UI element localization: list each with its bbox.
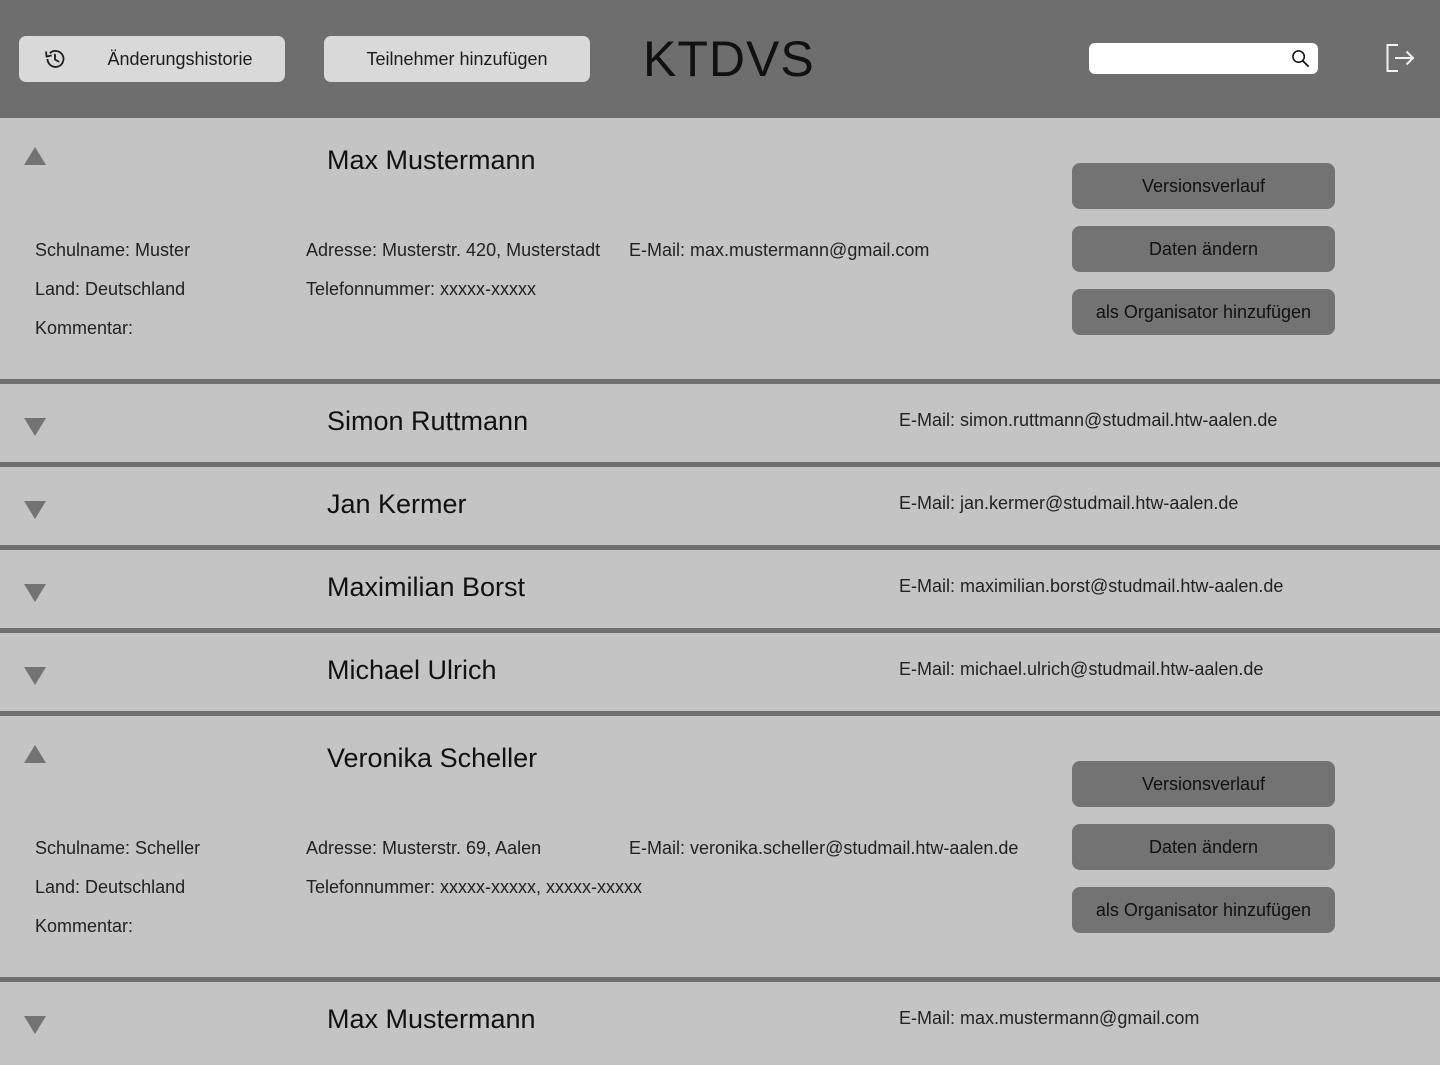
participant-row[interactable]: Maximilian Borst E-Mail: maximilian.bors… [0, 550, 1440, 633]
version-history-button[interactable]: Versionsverlauf [1072, 163, 1335, 209]
search-icon[interactable] [1291, 49, 1310, 68]
expand-arrow-icon[interactable] [23, 1014, 47, 1036]
expand-arrow-icon[interactable] [23, 582, 47, 604]
add-participant-label: Teilnehmer hinzufügen [366, 48, 548, 69]
search-input[interactable] [1097, 47, 1291, 71]
email: E-Mail: max.mustermann@gmail.com [899, 1008, 1200, 1028]
participant-name: Max Mustermann [327, 1004, 536, 1034]
comment: Kommentar: [35, 916, 134, 936]
history-icon [45, 50, 65, 68]
school-name: Schulname: Scheller [35, 838, 201, 858]
participant-row-expanded: Veronika Scheller Schulname: Scheller Ad… [0, 716, 1440, 982]
participant-name: Veronika Scheller [327, 743, 538, 773]
participant-row[interactable]: Michael Ulrich E-Mail: michael.ulrich@st… [0, 633, 1440, 716]
phone: Telefonnummer: xxxxx-xxxxx [306, 279, 537, 299]
collapse-arrow-icon[interactable] [23, 743, 47, 765]
participant-name: Michael Ulrich [327, 655, 497, 685]
version-history-button[interactable]: Versionsverlauf [1072, 761, 1335, 807]
expand-arrow-icon[interactable] [23, 665, 47, 687]
app-header: Änderungshistorie Teilnehmer hinzufügen … [0, 0, 1440, 118]
add-as-organizer-button[interactable]: als Organisator hinzufügen [1072, 289, 1335, 335]
add-participant-button[interactable]: Teilnehmer hinzufügen [324, 36, 590, 82]
country: Land: Deutschland [35, 279, 186, 299]
participant-name: Jan Kermer [327, 489, 467, 519]
logout-icon[interactable] [1384, 42, 1416, 74]
edit-data-button[interactable]: Daten ändern [1072, 824, 1335, 870]
collapse-arrow-icon[interactable] [23, 145, 47, 167]
participant-row[interactable]: Simon Ruttmann E-Mail: simon.ruttmann@st… [0, 384, 1440, 467]
comment: Kommentar: [35, 318, 134, 338]
address: Adresse: Musterstr. 69, Aalen [306, 838, 542, 858]
edit-data-button[interactable]: Daten ändern [1072, 226, 1335, 272]
email: E-Mail: simon.ruttmann@studmail.htw-aale… [899, 410, 1278, 430]
participant-name: Maximilian Borst [327, 572, 526, 602]
participant-row-expanded: Max Mustermann Schulname: Muster Adresse… [0, 118, 1440, 384]
expand-arrow-icon[interactable] [23, 499, 47, 521]
add-as-organizer-button[interactable]: als Organisator hinzufügen [1072, 887, 1335, 933]
participant-list: Max Mustermann Schulname: Muster Adresse… [0, 118, 1440, 1065]
participant-name: Simon Ruttmann [327, 406, 529, 436]
school-name: Schulname: Muster [35, 240, 191, 260]
email: E-Mail: jan.kermer@studmail.htw-aalen.de [899, 493, 1239, 513]
change-history-button[interactable]: Änderungshistorie [19, 36, 285, 82]
email: E-Mail: maximilian.borst@studmail.htw-aa… [899, 576, 1284, 596]
expand-arrow-icon[interactable] [23, 416, 47, 438]
email: E-Mail: max.mustermann@gmail.com [629, 240, 930, 260]
country: Land: Deutschland [35, 877, 186, 897]
phone: Telefonnummer: xxxxx-xxxxx, xxxxx-xxxxx [306, 877, 643, 897]
address: Adresse: Musterstr. 420, Musterstadt [306, 240, 601, 260]
participant-name: Max Mustermann [327, 145, 536, 175]
email: E-Mail: michael.ulrich@studmail.htw-aale… [899, 659, 1264, 679]
app-title: KTDVS [643, 31, 815, 87]
email: E-Mail: veronika.scheller@studmail.htw-a… [629, 838, 1019, 858]
search-box [1089, 43, 1318, 74]
participant-row[interactable]: Jan Kermer E-Mail: jan.kermer@studmail.h… [0, 467, 1440, 550]
change-history-label: Änderungshistorie [107, 48, 253, 69]
